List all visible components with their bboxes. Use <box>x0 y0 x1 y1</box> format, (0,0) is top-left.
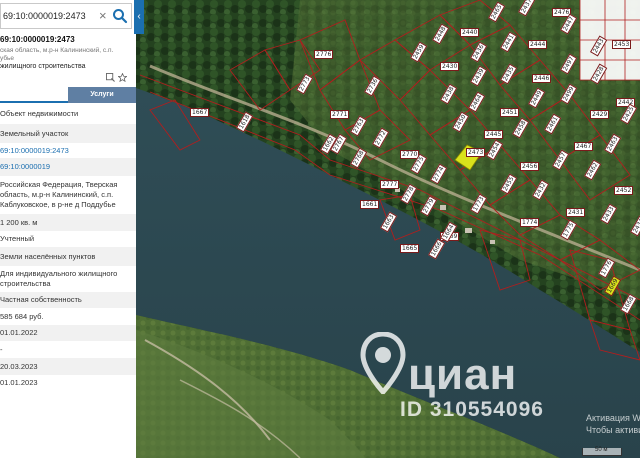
usage-short: жилищного строительства <box>0 63 86 70</box>
tab-services[interactable]: Услуги <box>68 87 136 103</box>
collapse-panel-button[interactable]: ‹ <box>134 0 144 34</box>
cian-logo-icon <box>360 332 406 394</box>
parcel-number-label[interactable]: 1665 <box>400 244 420 253</box>
parcel-number-label[interactable]: 2473 <box>466 148 486 157</box>
attribute-value: Объект недвижимости <box>0 109 79 118</box>
attribute-row: Земельный участок <box>0 124 136 143</box>
address-short: ская область, м.р-н Калининский, с.п. уб… <box>0 47 130 63</box>
activation-line-1: Активация W <box>586 413 640 423</box>
attribute-row[interactable]: 69:10:0000019:2473 <box>0 143 136 158</box>
search-icon[interactable] <box>111 7 129 25</box>
parcel-number-label[interactable]: 2456 <box>520 162 540 171</box>
attribute-value: Земельный участок <box>0 128 69 138</box>
parcel-number-label[interactable]: 2777 <box>380 180 400 189</box>
attribute-row: Российская Федерация, Тверская область, … <box>0 176 136 214</box>
search-bar: × <box>0 3 132 29</box>
parcel-number-label[interactable]: 2771 <box>330 110 350 119</box>
panel-tabs: Услуги <box>0 87 136 103</box>
parcel-number-label[interactable]: 2446 <box>532 74 552 83</box>
parcel-number-label[interactable]: 2430 <box>440 62 460 71</box>
attribute-row: Частная собственность <box>0 292 136 308</box>
attribute-value: 1 200 кв. м <box>0 217 38 227</box>
clear-icon[interactable]: × <box>99 7 107 25</box>
attribute-value: Российская Федерация, Тверская область, … <box>0 180 118 209</box>
parcel-number-label[interactable]: 2440 <box>460 28 480 37</box>
attribute-row: 01.01.2023 <box>0 375 136 390</box>
attribute-value: Земли населённых пунктов <box>0 251 96 261</box>
scale-bar: 50 м <box>582 447 622 456</box>
search-input[interactable] <box>1 4 105 28</box>
parcel-number-label[interactable]: 2452 <box>614 186 634 195</box>
parcel-number-label[interactable]: 1661 <box>360 200 380 209</box>
activation-line-2: Чтобы активиро <box>586 425 640 435</box>
watermark-brand: циан <box>408 350 518 399</box>
attribute-row: Объект недвижимости <box>0 104 136 124</box>
parcel-number-label[interactable]: 2467 <box>574 142 594 151</box>
attribute-value: Для индивидуального жилищного строительс… <box>0 269 118 288</box>
parcel-number-label[interactable]: 2453 <box>612 40 632 49</box>
attribute-value: 585 684 руб. <box>0 311 44 321</box>
parcel-number-label[interactable]: 1774 <box>520 218 540 227</box>
attribute-row: 20.03.2023 <box>0 358 136 375</box>
parcel-number-label[interactable]: 2445 <box>484 130 504 139</box>
address-short-line-2: убье <box>0 55 15 62</box>
attribute-row: Для индивидуального жилищного строительс… <box>0 266 136 292</box>
parcel-number-label[interactable]: 2451 <box>500 108 520 117</box>
cadastral-number-title: 69:10:0000019:2473 <box>0 35 75 44</box>
attribute-row: Земли населённых пунктов <box>0 247 136 266</box>
zoom-to-object-icon[interactable] <box>106 73 115 82</box>
attribute-row: - <box>0 341 136 358</box>
address-short-line-1: ская область, м.р-н Калининский, с.п. <box>0 47 114 54</box>
parcel-number-label[interactable]: 2776 <box>314 50 334 59</box>
tab-info[interactable] <box>0 87 68 103</box>
attribute-link[interactable]: 69:10:0000019 <box>0 162 50 172</box>
scale-label: 50 м <box>595 447 608 453</box>
parcel-number-label[interactable]: 2444 <box>528 40 548 49</box>
attribute-row: Учтенный <box>0 231 136 247</box>
info-panel: × 69:10:0000019:2473 ская область, м.р-н… <box>0 0 136 458</box>
attribute-value: Учтенный <box>0 234 35 243</box>
attribute-value: 01.01.2023 <box>0 377 38 387</box>
parcel-number-label[interactable]: 1667 <box>190 108 210 117</box>
parcel-number-label[interactable]: 2429 <box>590 110 610 119</box>
parcel-number-label[interactable]: 2431 <box>566 208 586 217</box>
attribute-row[interactable]: 69:10:0000019 <box>0 158 136 176</box>
watermark-id: ID 310554096 <box>400 398 544 421</box>
attribute-row: 1 200 кв. м <box>0 214 136 231</box>
attribute-list: Объект недвижимости Земельный участок 69:1… <box>0 104 136 390</box>
attribute-row: 585 684 руб. <box>0 308 136 325</box>
attribute-value: Частная собственность <box>0 295 82 304</box>
attribute-value: 20.03.2023 <box>0 361 38 371</box>
attribute-link[interactable]: 69:10:0000019:2473 <box>0 146 69 156</box>
attribute-value: 01.01.2022 <box>0 328 38 337</box>
attribute-row: 01.01.2022 <box>0 325 136 341</box>
star-icon[interactable] <box>118 73 127 82</box>
windows-activation-notice: Активация W Чтобы активиро <box>586 412 640 436</box>
attribute-value: - <box>0 344 3 354</box>
